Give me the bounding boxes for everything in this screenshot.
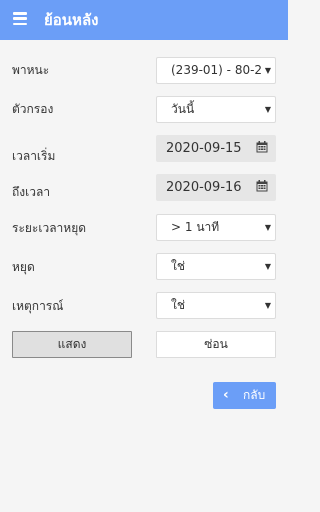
start-date-value: 2020-09-15	[166, 141, 242, 156]
show-button[interactable]: แสดง	[12, 331, 132, 358]
start-time-label: เวลาเริ่ม	[12, 149, 56, 163]
hamburger-menu-icon[interactable]	[13, 12, 27, 25]
stop-select-value: ใช่	[171, 259, 186, 273]
back-button[interactable]: ‹ กลับ	[213, 382, 276, 409]
stop-select[interactable]: ใช่ ▼	[156, 253, 276, 280]
start-date-input[interactable]: 2020-09-15	[156, 135, 276, 162]
chevron-left-icon: ‹	[223, 387, 229, 403]
end-date-input[interactable]: 2020-09-16	[156, 174, 276, 201]
chevron-down-icon: ▼	[264, 262, 271, 271]
hide-button[interactable]: ซ่อน	[156, 331, 276, 358]
vehicle-select[interactable]: (239-01) - 80-2 ▼	[156, 57, 276, 84]
chevron-down-icon: ▼	[264, 66, 271, 75]
chevron-down-icon: ▼	[264, 223, 271, 232]
vehicle-label: พาหนะ	[12, 63, 50, 77]
filter-label: ตัวกรอง	[12, 102, 54, 116]
event-select-value: ใช่	[171, 298, 186, 312]
stop-duration-select[interactable]: > 1 นาที ▼	[156, 214, 276, 241]
back-button-label: กลับ	[243, 388, 266, 402]
calendar-icon[interactable]	[256, 141, 268, 153]
filter-select-value: วันนี้	[171, 102, 195, 116]
stop-duration-label: ระยะเวลาหยุด	[12, 221, 87, 235]
chevron-down-icon: ▼	[264, 301, 271, 310]
chevron-down-icon: ▼	[264, 105, 271, 114]
event-label: เหตุการณ์	[12, 299, 64, 313]
vehicle-select-value: (239-01) - 80-2	[171, 63, 263, 77]
stop-duration-value: > 1 นาที	[171, 220, 220, 234]
end-date-value: 2020-09-16	[166, 180, 242, 195]
page-title: ย้อนหลัง	[44, 11, 99, 29]
event-select[interactable]: ใช่ ▼	[156, 292, 276, 319]
calendar-icon[interactable]	[256, 180, 268, 192]
app-bar: ย้อนหลัง	[0, 0, 288, 40]
stop-label: หยุด	[12, 260, 35, 274]
end-time-label: ถึงเวลา	[12, 185, 51, 199]
filter-select[interactable]: วันนี้ ▼	[156, 96, 276, 123]
